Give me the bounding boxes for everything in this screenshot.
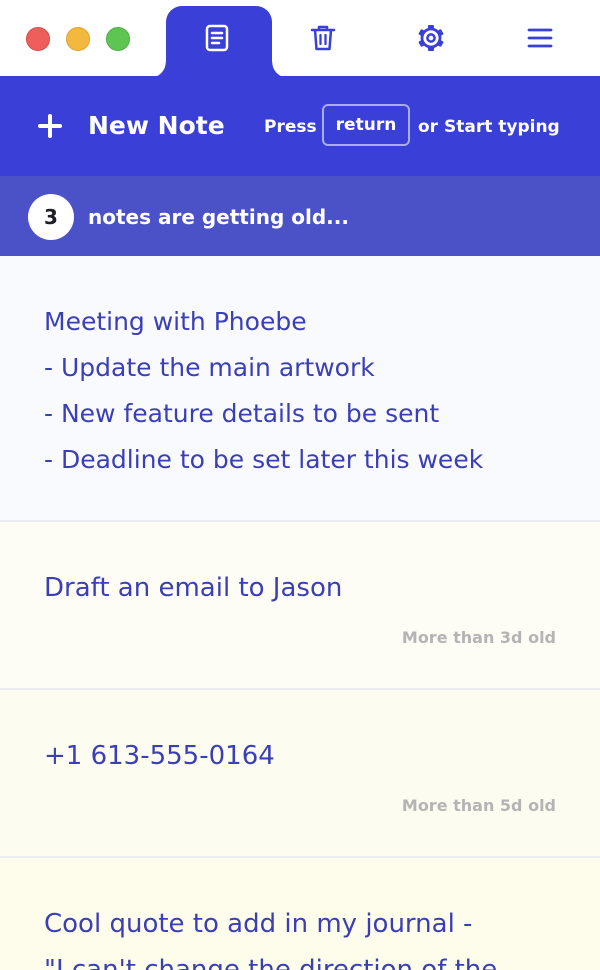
note-item[interactable]: Draft an email to Jason More than 3d old: [0, 522, 600, 690]
minimize-window-button[interactable]: [66, 27, 90, 51]
note-age-label: More than 3d old: [401, 628, 556, 647]
note-item[interactable]: Cool quote to add in my journal - "I can…: [0, 858, 600, 970]
press-hint-label: Press: [264, 117, 317, 137]
title-bar: [0, 0, 600, 78]
return-key-hint: return: [322, 104, 410, 146]
old-notes-label: notes are getting old...: [88, 205, 349, 229]
close-window-button[interactable]: [26, 27, 50, 51]
new-note-bar[interactable]: New Note Press return or Start typing: [0, 76, 600, 176]
note-text: Meeting with Phoebe - Update the main ar…: [44, 307, 484, 474]
note-text: Cool quote to add in my journal - "I can…: [44, 909, 498, 970]
start-typing-hint: or Start typing: [418, 117, 560, 137]
note-item[interactable]: +1 613-555-0164 More than 5d old: [0, 690, 600, 858]
trash-icon[interactable]: [309, 24, 337, 52]
notes-app: New Note Press return or Start typing 3 …: [0, 0, 600, 970]
note-text: +1 613-555-0164: [44, 741, 275, 771]
old-notes-banner[interactable]: 3 notes are getting old...: [0, 176, 600, 256]
new-note-button[interactable]: New Note: [88, 110, 225, 142]
zoom-window-button[interactable]: [106, 27, 130, 51]
menu-icon[interactable]: [526, 26, 554, 50]
gear-icon[interactable]: [417, 24, 445, 52]
notes-icon: [203, 24, 231, 52]
note-age-label: More than 5d old: [401, 796, 556, 815]
plus-icon[interactable]: [38, 114, 62, 138]
note-item[interactable]: Meeting with Phoebe - Update the main ar…: [0, 256, 600, 522]
note-text: Draft an email to Jason: [44, 573, 343, 603]
old-notes-count-badge: 3: [28, 194, 74, 240]
